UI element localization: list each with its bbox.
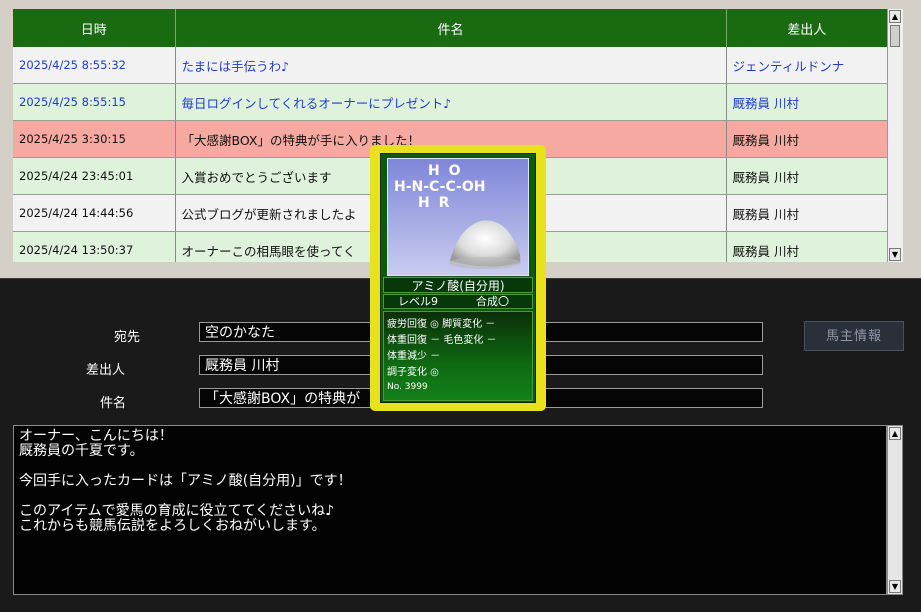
body-line: 今回手に入ったカードは「アミノ酸(自分用)」です！: [19, 473, 352, 489]
table-row[interactable]: 2025/4/25 8:55:15 毎日ログインしてくれるオーナーにプレゼント♪…: [13, 83, 887, 121]
body-line: [19, 459, 881, 474]
mail-sender: 厩務員 川村: [726, 83, 887, 121]
mail-date: 2025/4/25 8:55:15: [13, 83, 176, 121]
card-number: No. 3999: [387, 382, 428, 392]
body-line: [19, 489, 881, 504]
body-line: 厩務員の千夏です。: [19, 443, 144, 459]
mail-date: 2025/4/24 23:45:01: [13, 157, 176, 195]
mail-subject: 毎日ログインしてくれるオーナーにプレゼント♪: [175, 83, 727, 121]
mail-date: 2025/4/24 13:50:37: [13, 231, 176, 262]
scrollbar-thumb[interactable]: [890, 25, 900, 47]
column-header-date[interactable]: 日時: [13, 9, 176, 47]
item-card: H O H-N-C-C-OH H R アミノ酸(自分用) レベル9 合成〇 疲労…: [370, 145, 546, 411]
owner-info-button[interactable]: 馬主情報: [804, 321, 904, 351]
mail-sender: 厩務員 川村: [726, 120, 887, 158]
mail-sender: 厩務員 川村: [726, 231, 887, 262]
card-stat-line: 疲労回復 ◎ 脚質変化 －: [387, 319, 496, 330]
table-row[interactable]: 2025/4/25 8:55:32 たまには手伝うわ♪ ジェンティルドンナ: [13, 47, 887, 84]
scroll-down-arrow-icon[interactable]: ▼: [889, 248, 901, 261]
subject-label: 件名: [99, 396, 126, 411]
item-card-frame: H O H-N-C-C-OH H R アミノ酸(自分用) レベル9 合成〇 疲労…: [380, 153, 536, 403]
mail-list-scrollbar[interactable]: ▲ ▼: [887, 9, 903, 262]
scroll-up-arrow-icon[interactable]: ▲: [889, 427, 901, 440]
mail-body: オーナー、こんにちは！ 厩務員の千夏です。 今回手に入ったカードは「アミノ酸(自…: [13, 425, 887, 595]
body-line: このアイテムで愛馬の育成に役立ててくださいね♪: [19, 503, 335, 519]
card-stat-line: 体重回復 － 毛色変化 －: [387, 335, 497, 346]
to-label: 宛先: [113, 330, 140, 345]
card-stat-line: 調子変化 ◎: [387, 367, 439, 378]
column-header-sender[interactable]: 差出人: [726, 9, 887, 47]
mail-sender: ジェンティルドンナ: [726, 47, 887, 84]
body-line: これからも競馬伝説をよろしくおねがいします。: [19, 518, 326, 534]
mail-body-scrollbar[interactable]: ▲ ▼: [887, 425, 903, 595]
card-level-row: レベル9 合成〇: [383, 294, 533, 309]
mail-date: 2025/4/25 3:30:15: [13, 120, 176, 158]
card-stat-line: 体重減少 －: [387, 351, 441, 362]
from-label: 差出人: [85, 363, 125, 378]
mail-subject: たまには手伝うわ♪: [175, 47, 727, 84]
mail-sender: 厩務員 川村: [726, 157, 887, 195]
scroll-down-arrow-icon[interactable]: ▼: [889, 580, 901, 593]
card-stats: 疲労回復 ◎ 脚質変化 － 体重回復 － 毛色変化 － 体重減少 － 調子変化 …: [383, 311, 533, 401]
mail-sender: 厩務員 川村: [726, 194, 887, 232]
powder-pile-icon: [449, 220, 521, 269]
card-level: レベル9: [398, 295, 438, 308]
card-synthesis: 合成〇: [476, 295, 509, 308]
mail-date: 2025/4/25 8:55:32: [13, 47, 176, 84]
amino-acid-illustration: H O H-N-C-C-OH H R: [387, 158, 529, 276]
scroll-up-arrow-icon[interactable]: ▲: [889, 10, 901, 23]
mail-date: 2025/4/24 14:44:56: [13, 194, 176, 232]
column-header-subject[interactable]: 件名: [175, 9, 727, 47]
body-line: オーナー、こんにちは！: [19, 428, 173, 444]
card-name: アミノ酸(自分用): [383, 277, 533, 293]
